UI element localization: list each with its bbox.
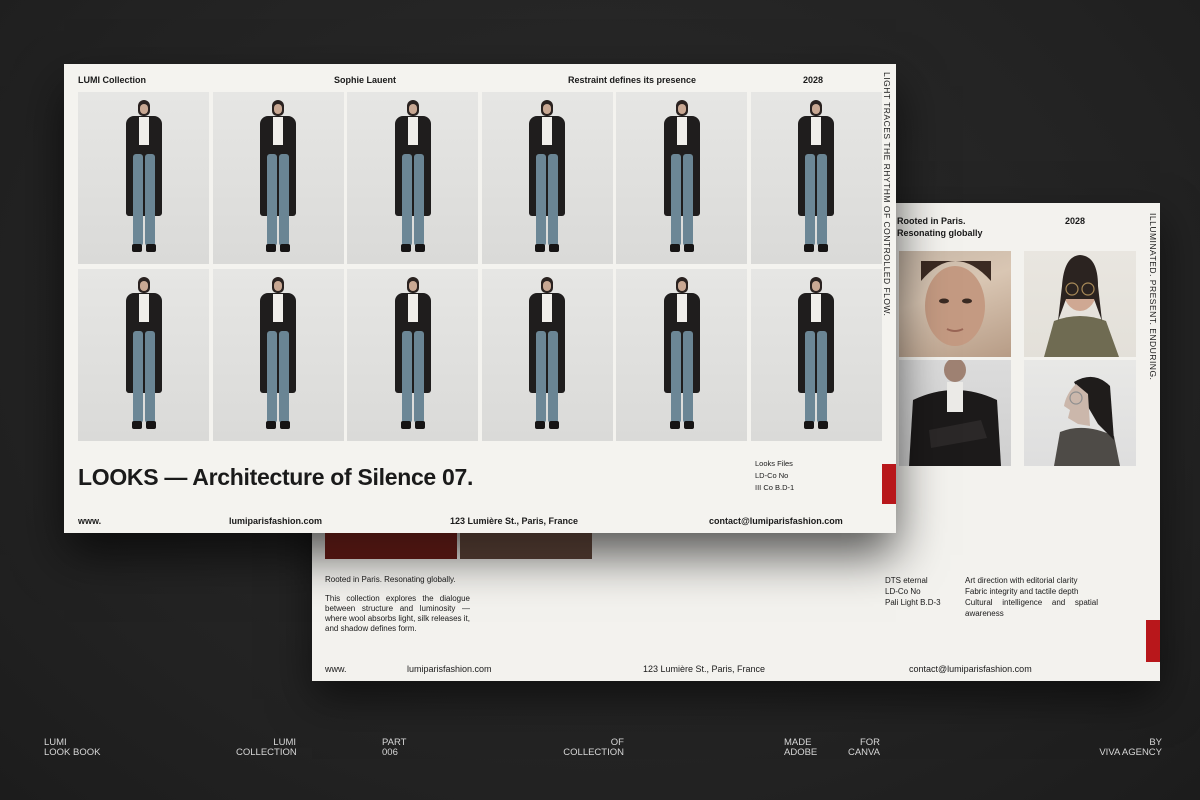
back-service: Fabric integrity and tactile depth [965,587,1079,596]
back-codes: DTS eternal LD-Co No Pali Light B.D-3 [885,575,965,608]
front-header-tagline: Restraint defines its presence [568,75,697,85]
front-file-code: III Co B.D-1 [755,483,795,492]
back-side-text: ILLUMINATED. PRESENT. ENDURING. [1148,213,1158,381]
front-red-tab [882,464,896,504]
front-file-code: LD-Co No [755,471,789,480]
model-figure [527,100,567,258]
model-figure [393,277,433,435]
back-header-rooted: Rooted in Paris. Resonating globally [897,216,983,238]
look-photo [212,269,344,441]
model-figure [124,277,164,435]
back-header: Rooted in Paris. Resonating globally 202… [897,215,1107,239]
model-figure [258,277,298,435]
back-code: Pali Light B.D-3 [885,598,941,607]
look-photo [750,92,882,264]
back-service: Art direction with editorial clarity [965,576,1078,585]
back-footer-address: 123 Lumière St., Paris, France [643,664,766,674]
front-footer-email[interactable]: contact@lumiparisfashion.com [709,516,843,526]
back-services: Art direction with editorial clarity Fab… [965,575,1098,619]
caption-for: FOR CANVA [847,737,880,758]
back-footer-email[interactable]: contact@lumiparisfashion.com [909,664,1032,674]
back-code: DTS eternal [885,576,928,585]
front-title: LOOKS — Architecture of Silence 07. [78,464,474,490]
model-figure [662,100,702,258]
look-photo [616,92,747,264]
cropped-red-image [325,533,457,559]
front-files: Looks Files LD-Co No III Co B.D-1 [755,458,794,494]
caption-bar: LUMI LOOK BOOK LUMI COLLECTION PART 006 … [0,738,1200,768]
model-figure [258,100,298,258]
look-photo [347,269,478,441]
model-figure [796,100,836,258]
caption-made: MADE ADOBE [784,737,818,758]
back-header-year: 2028 [1065,216,1086,226]
looks-grid [78,92,882,442]
caption-of-collection: OF COLLECTION [563,737,624,758]
portrait-glasses [1024,251,1136,357]
portrait-grid [899,251,1139,466]
front-header-designer: Sophie Lauent [334,75,397,85]
back-footer-www: www. [325,664,347,674]
back-intro-lead: Rooted in Paris. Resonating globally. [325,575,456,584]
cropped-images [325,533,605,559]
portrait-arms-crossed [899,360,1011,466]
caption-lookbook: LUMI LOOK BOOK [44,737,101,758]
look-photo [750,269,882,441]
back-intro-body: This collection explores the dialogue be… [325,594,470,633]
back-intro: Rooted in Paris. Resonating globally. Th… [325,575,470,634]
back-code: LD-Co No [885,587,921,596]
caption-by: BY VIVA AGENCY [1099,737,1162,758]
front-files-label: Looks Files [755,459,793,468]
back-red-tab [1146,620,1160,662]
look-photo [78,269,209,441]
front-footer: www. lumiparisfashion.com 123 Lumière St… [78,516,878,528]
model-figure [393,100,433,258]
look-photo [347,92,478,264]
caption-collection: LUMI COLLECTION [236,737,297,758]
model-figure [124,100,164,258]
front-footer-address: 123 Lumière St., Paris, France [450,516,579,526]
look-photo [212,92,344,264]
look-photo [78,92,209,264]
front-page: LUMI Collection Sophie Lauent Restraint … [64,64,896,533]
front-footer-site[interactable]: lumiparisfashion.com [229,516,322,526]
model-figure [662,277,702,435]
caption-part: PART 006 [382,737,407,758]
front-header: LUMI Collection Sophie Lauent Restraint … [78,75,838,87]
look-photo [616,269,747,441]
model-figure [527,277,567,435]
back-service: Cultural intelligence and spatial awaren… [965,598,1098,618]
model-figure [796,277,836,435]
back-footer: www. lumiparisfashion.com 123 Lumière St… [325,664,1145,676]
front-header-year: 2028 [803,75,824,85]
cropped-brown-image [460,533,592,559]
look-photo [481,269,613,441]
look-photo [481,92,613,264]
front-header-collection: LUMI Collection [78,75,146,85]
front-footer-www: www. [78,516,102,526]
back-footer-site[interactable]: lumiparisfashion.com [407,664,492,674]
portrait-freckles [899,251,1011,357]
portrait-profile [1024,360,1136,466]
